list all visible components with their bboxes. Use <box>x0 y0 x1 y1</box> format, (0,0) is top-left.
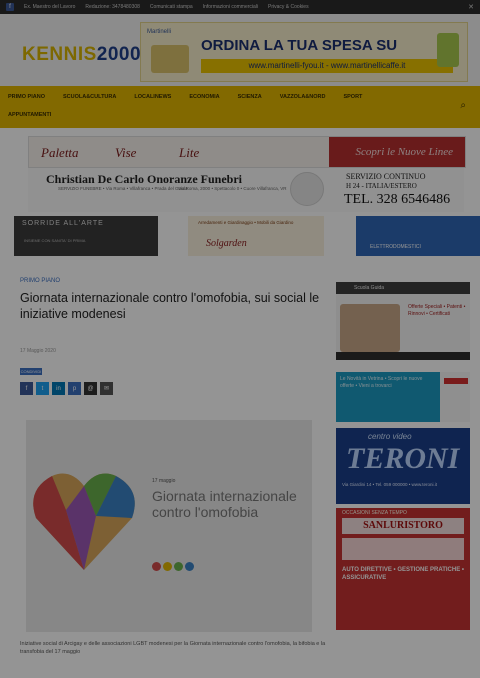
image-label: 17 maggio <box>152 478 176 484</box>
share-buttons: f t in p @ ✉ <box>20 382 113 395</box>
share-label: CONDIVIDI <box>20 368 42 375</box>
dot <box>152 562 161 571</box>
ad-address-2: Via Roma, 2000 • Spettacolo 0 • Cuore Vi… <box>178 186 287 191</box>
topbar-link[interactable]: Ex. Maestro del Lavoro <box>24 4 75 10</box>
print-share-button[interactable]: ✉ <box>100 382 113 395</box>
sidebar-ad-3-text: Via Giardini 14 • Tel. 059 000000 • www.… <box>342 482 438 487</box>
header: KENNIS2000 Martinelli ORDINA LA TUA SPES… <box>0 14 480 86</box>
article-title: Giornata internazionale contro l'omofobi… <box>20 291 320 321</box>
topbar-link[interactable]: Redazione: 3478480308 <box>85 4 140 10</box>
ad-brand-2: Vise <box>115 145 137 160</box>
article-caption: Iniziative social di Arcigay e delle ass… <box>20 641 326 655</box>
banner-brand: Martinelli <box>147 29 172 35</box>
ad-appliances-text: ELETTRODOMESTICI <box>370 244 421 250</box>
sidebar-ad-4[interactable]: OCCASIONI SENZA TEMPO SANLURISTORO AUTO … <box>336 508 470 630</box>
nav-item[interactable]: SCIENZA <box>238 94 262 100</box>
sidebar-ad-1-text: Offerte Speciali • Patenti • Rinnovi • C… <box>408 304 466 317</box>
sidebar-ad-4-name: SANLURISTORO <box>342 518 464 534</box>
ad-brand-3: Lite <box>179 145 200 160</box>
ad-dark[interactable]: SORRIDE ALL'ARTE INSIEME CON SANITA' DI … <box>14 216 158 256</box>
header-banner-ad[interactable]: Martinelli ORDINA LA TUA SPESA SU www.ma… <box>140 22 468 82</box>
nav-item[interactable]: VAZZOLA&NORD <box>280 94 326 100</box>
dot <box>174 562 183 571</box>
nav-item[interactable]: LOCALINEWS <box>134 94 171 100</box>
linkedin-share-button[interactable]: in <box>52 382 65 395</box>
nav-item[interactable]: ECONOMIA <box>189 94 219 100</box>
search-icon[interactable]: ⌕ <box>460 100 466 111</box>
ad-tiles-left: Paletta Vise Lite <box>29 137 329 167</box>
nav-item[interactable]: SCUOLA&CULTURA <box>63 94 116 100</box>
ad-banner-tiles[interactable]: Paletta Vise Lite Scopri le Nuove Linee <box>28 136 466 168</box>
heart-graphic <box>33 473 135 570</box>
ad-garden[interactable]: Arredamenti e Giardinaggio • Mobili da G… <box>188 216 324 256</box>
sidebar-ad-2[interactable]: Le Novità in Vetrina • Scopri le nuove o… <box>336 372 470 422</box>
main-nav: PRIMO PIANO SCUOLA&CULTURA LOCALINEWS EC… <box>0 86 480 128</box>
topbar-link[interactable]: Comunicati stampa <box>150 4 193 10</box>
ad-service: SERVIZIO CONTINUO <box>346 172 426 181</box>
site-logo[interactable]: KENNIS2000 <box>22 44 141 66</box>
ad-brand-1: Paletta <box>41 145 79 160</box>
ad-company-name: Christian De Carlo Onoranze Funebri <box>46 172 242 186</box>
ad-funeral-services[interactable]: Christian De Carlo Onoranze Funebri SERV… <box>28 168 464 212</box>
seal-logo <box>290 172 324 206</box>
page: f Ex. Maestro del Lavoro Redazione: 3478… <box>0 0 480 678</box>
sidebar-ad-2-badge <box>444 378 468 384</box>
ad-garden-text: Arredamenti e Giardinaggio • Mobili da G… <box>198 220 294 225</box>
sidebar-ad-1-header: Scuola Guida <box>336 282 470 294</box>
close-icon[interactable]: ✕ <box>468 3 474 11</box>
sidebar-ad-3-tag: centro video <box>368 432 412 441</box>
dot <box>185 562 194 571</box>
sidebar-ad-4-tag: OCCASIONI SENZA TEMPO <box>342 510 407 516</box>
sidebar-ad-1-image <box>340 304 400 352</box>
email-share-button[interactable]: @ <box>84 382 97 395</box>
sidebar-ad-1[interactable]: Scuola Guida Offerte Speciali • Patenti … <box>336 282 470 360</box>
topbar-link[interactable]: Informazioni commerciali <box>203 4 258 10</box>
sidebar-ad-2-text: Le Novità in Vetrina • Scopri le nuove o… <box>336 372 440 422</box>
nav-row-2: APPUNTAMENTI <box>8 112 51 118</box>
sidebar-ad-1-footer <box>336 352 470 360</box>
cart-image <box>151 45 189 73</box>
article-category[interactable]: PRIMO PIANO <box>20 278 60 284</box>
facebook-share-button[interactable]: f <box>20 382 33 395</box>
nav-item[interactable]: APPUNTAMENTI <box>8 112 51 118</box>
ad-garden-brand: Solgarden <box>206 238 247 249</box>
ad-phone: TEL. 328 6546486 <box>344 192 451 207</box>
image-text: Giornata internazionale contro l'omofobi… <box>152 488 297 520</box>
nav-row-1: PRIMO PIANO SCUOLA&CULTURA LOCALINEWS EC… <box>8 94 362 100</box>
ad-tiles-right: Scopri le Nuove Linee <box>329 137 465 167</box>
pinterest-share-button[interactable]: p <box>68 382 81 395</box>
facebook-icon[interactable]: f <box>6 3 14 11</box>
nav-item[interactable]: PRIMO PIANO <box>8 94 45 100</box>
ad-address-1: SERVIZIO FUNEBRE • Via Roma • Villafranc… <box>58 186 188 191</box>
ad-appliances[interactable]: ELETTRODOMESTICI <box>356 216 480 256</box>
article-date: 17 Maggio 2020 <box>20 348 56 354</box>
ad-dark-title: SORRIDE ALL'ARTE <box>22 220 104 227</box>
banner-url: www.martinelli-fyou.it - www.martinellic… <box>201 59 453 73</box>
twitter-share-button[interactable]: t <box>36 382 49 395</box>
color-dots <box>152 562 194 571</box>
topbar-link[interactable]: Privacy & Cookies <box>268 4 309 10</box>
top-bar: f Ex. Maestro del Lavoro Redazione: 3478… <box>0 0 480 14</box>
article-image[interactable] <box>26 420 312 632</box>
sidebar-ad-4-image <box>342 538 464 560</box>
sidebar-ad-3[interactable]: centro video TERONI Via Giardini 14 • Te… <box>336 428 470 504</box>
dot <box>163 562 172 571</box>
ad-dark-sub: INSIEME CON SANITA' DI PRIMA <box>24 238 86 243</box>
banner-headline: ORDINA LA TUA SPESA SU <box>201 37 398 54</box>
nav-item[interactable]: SPORT <box>343 94 362 100</box>
shopping-bag-image <box>437 33 459 67</box>
ad-service-sub: H 24 - ITALIA/ESTERO <box>346 182 417 190</box>
sidebar-ad-3-name: TERONI <box>346 442 460 475</box>
sidebar-ad-4-text: AUTO DIRETTIVE • GESTIONE PRATICHE • ASS… <box>342 567 464 581</box>
